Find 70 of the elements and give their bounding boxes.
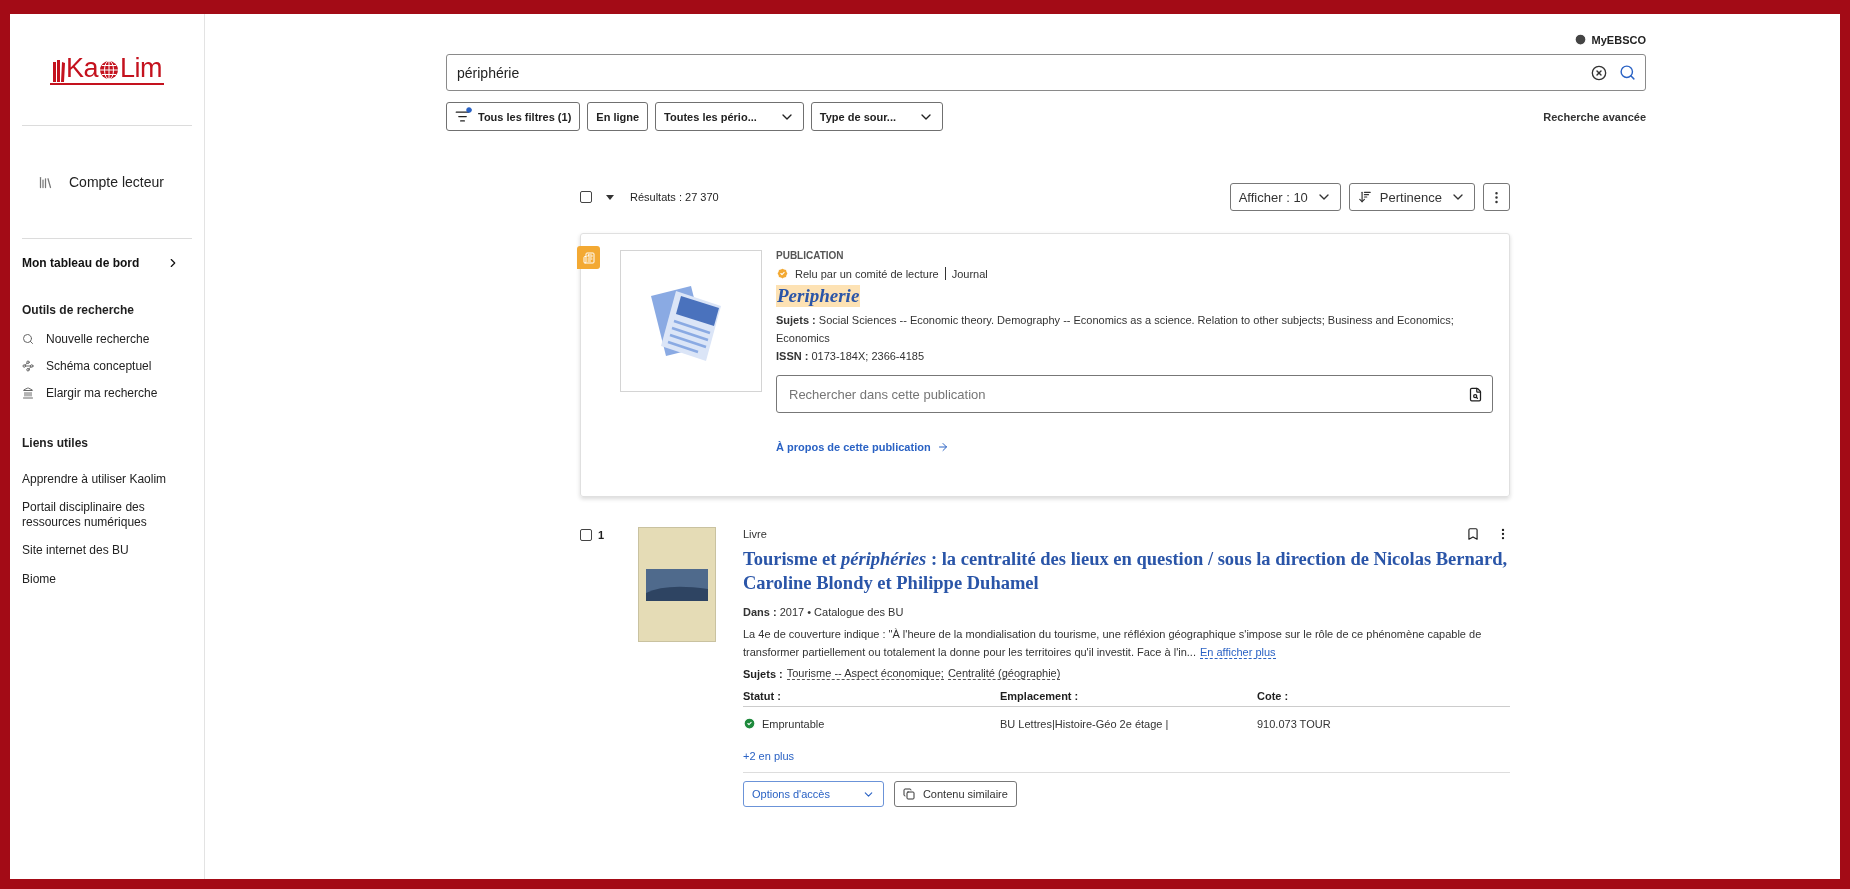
show-more-link[interactable]: En afficher plus: [1200, 646, 1276, 659]
sort-icon: [1357, 190, 1372, 204]
abstract-text: La 4e de couverture indique : "À l'heure de la mondialisation du tourisme, une réfléxion géographique s'impose sur le rôle de ce phénomène capable de transformer partiellement ou totalement la donne pour les territoires qu'il investit. Face à l'in... En afficher plus: [743, 627, 1483, 661]
column-header: Emplacement :: [1000, 686, 1257, 707]
books-icon: [51, 57, 66, 82]
tool-link[interactable]: Schéma conceptuel: [46, 358, 152, 373]
table-cell: BU Lettres|Histoire-Géo 2e étage |: [1000, 717, 1169, 730]
review-label: Relu par un comité de lecture: [795, 267, 939, 280]
caret-icon[interactable]: [606, 194, 614, 200]
column-header: Cote :: [1257, 686, 1510, 707]
useful-link[interactable]: Apprendre à utiliser Kaolim: [10, 472, 204, 487]
filter-button[interactable]: En ligne: [587, 102, 649, 131]
globe-icon: [99, 59, 119, 80]
clear-icon[interactable]: [1591, 64, 1607, 81]
book-title[interactable]: Tourisme et périphéries : la centralité des lieux en question / sous la direction de Nicolas Bernard, Caroline Blondy et Philippe Duhamel: [743, 547, 1510, 595]
more-options-button[interactable]: [1483, 183, 1510, 211]
sort-select[interactable]: Pertinence: [1348, 183, 1475, 211]
column-header: Statut :: [743, 686, 1000, 707]
result-type: Livre: [743, 528, 767, 540]
landscape-drawing: [646, 568, 708, 601]
publication-flag-icon: [577, 246, 600, 269]
subject-link[interactable]: Tourisme -- Aspect économique;: [786, 667, 944, 680]
results-count: Résultats : 27 370: [630, 191, 719, 203]
useful-link[interactable]: Portail disciplinaire des ressources numériques: [10, 500, 204, 530]
page-size-select[interactable]: Afficher : 10: [1229, 183, 1341, 211]
section-heading: Liens utiles: [21, 436, 90, 450]
filter-button[interactable]: Type de sour...: [810, 102, 944, 131]
result-type: PUBLICATION: [776, 250, 845, 261]
reader-account-link[interactable]: Compte lecteur: [69, 174, 164, 190]
checkbox[interactable]: [580, 529, 592, 541]
publication-title[interactable]: Peripherie: [776, 285, 861, 307]
subject-link[interactable]: Centralité (géographie): [947, 667, 1061, 680]
section-heading: Outils de recherche: [21, 303, 136, 317]
search-icon: [22, 332, 34, 345]
about-publication-link[interactable]: À propos de cette publication: [776, 441, 1493, 453]
arrow-right-icon: [936, 441, 949, 453]
dashboard-link[interactable]: Mon tableau de bord: [10, 253, 192, 273]
nodes-icon: [22, 359, 34, 372]
result-number: 1: [598, 529, 605, 541]
filter-icon: [455, 109, 470, 124]
subjects-label: Sujets :: [743, 667, 783, 680]
useful-link[interactable]: Biome: [10, 571, 204, 586]
copy-icon: [902, 788, 915, 800]
search-icon[interactable]: [1619, 64, 1636, 81]
advanced-search-link[interactable]: Recherche avancée: [1543, 110, 1646, 123]
useful-link[interactable]: Site internet des BU: [10, 543, 204, 558]
issn-text: ISSN : 0173-184X; 2366-4185: [776, 349, 925, 364]
action-button[interactable]: Contenu similaire: [893, 781, 1017, 807]
tool-link[interactable]: Nouvelle recherche: [46, 331, 150, 346]
checkbox[interactable]: [580, 191, 592, 203]
bookmark-icon[interactable]: [1466, 527, 1480, 541]
action-button[interactable]: Options d'accès: [743, 781, 884, 807]
subjects-text: Sujets : Social Sciences -- Economic theory. Demography -- Economics as a science. Relation to other subjects; Business and Economics; Economics: [776, 313, 1455, 346]
table-cell: Empruntable: [762, 717, 825, 730]
books-icon: [38, 174, 53, 190]
table-cell: 910.073 TOUR: [1257, 717, 1331, 730]
tool-link[interactable]: Elargir ma recherche: [46, 385, 158, 400]
more-copies-link[interactable]: +2 en plus: [743, 750, 1510, 762]
kaolim-logo[interactable]: Ka Lim: [49, 54, 164, 85]
building-icon: [22, 386, 34, 399]
filter-button[interactable]: Toutes les pério...: [655, 102, 804, 131]
user-icon: [1573, 33, 1587, 46]
source-text: Dans : 2017 • Catalogue des BU: [743, 605, 905, 620]
search-field[interactable]: périphérie: [446, 54, 1646, 91]
file-search-icon[interactable]: [1468, 386, 1483, 402]
verified-badge-icon: [776, 267, 789, 280]
filter-button[interactable]: Tous les filtres (1): [446, 102, 581, 131]
format-label: Journal: [951, 267, 988, 280]
account-link[interactable]: MyEBSCO: [1573, 33, 1646, 46]
publication-search-field[interactable]: Rechercher dans cette publication: [776, 375, 1493, 413]
